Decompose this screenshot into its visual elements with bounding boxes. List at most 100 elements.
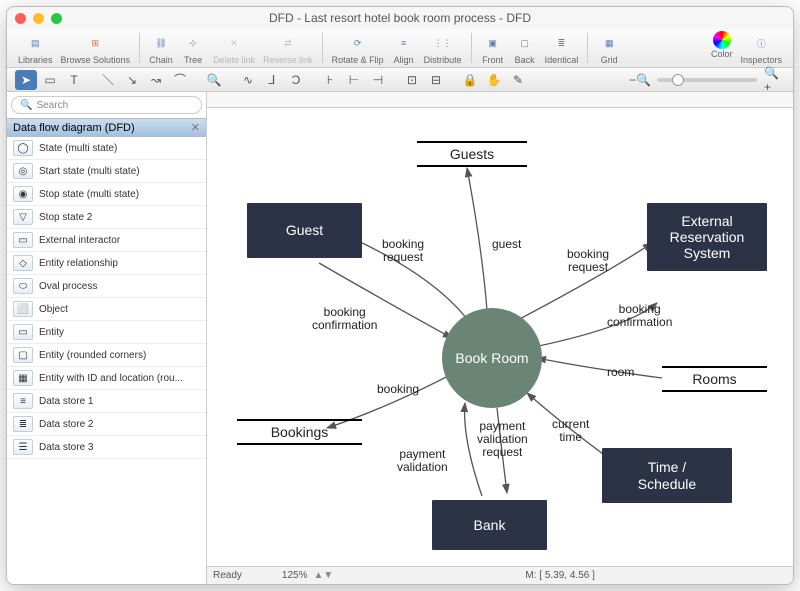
rooms-datastore[interactable]: Rooms bbox=[662, 363, 767, 395]
library-item[interactable]: ▽Stop state 2 bbox=[7, 206, 206, 229]
flow-booking-request-ext: booking request bbox=[567, 248, 609, 274]
library-item[interactable]: ◎Start state (multi state) bbox=[7, 160, 206, 183]
library-item[interactable]: ▢Entity (rounded corners) bbox=[7, 344, 206, 367]
hierarchy-tool-1[interactable]: ⊦ bbox=[319, 70, 341, 90]
hierarchy-tool-2[interactable]: ⊢ bbox=[343, 70, 365, 90]
shape-icon: ◯ bbox=[13, 140, 33, 156]
back-button[interactable]: ▢Back bbox=[510, 31, 540, 65]
library-header[interactable]: Data flow diagram (DFD) ✕ bbox=[7, 118, 206, 137]
color-icon bbox=[713, 31, 731, 49]
tree-button[interactable]: ⊹Tree bbox=[178, 31, 208, 65]
rotate-flip-button[interactable]: ⟳Rotate & Flip bbox=[329, 31, 387, 65]
app-window: DFD - Last resort hotel book room proces… bbox=[6, 6, 794, 585]
external-reservation-entity[interactable]: External Reservation System bbox=[647, 203, 767, 271]
shape-icon: ◉ bbox=[13, 186, 33, 202]
library-item[interactable]: ☰Data store 3 bbox=[7, 436, 206, 459]
grid-icon: ▦ bbox=[597, 31, 621, 55]
info-icon: ⓘ bbox=[749, 31, 773, 55]
zoom-slider[interactable] bbox=[657, 78, 757, 82]
shape-icon: ≣ bbox=[13, 416, 33, 432]
delete-link-button[interactable]: ✕Delete link bbox=[210, 31, 258, 65]
line-tool[interactable]: ＼ bbox=[97, 70, 119, 90]
curve-tool[interactable]: ∿ bbox=[237, 70, 259, 90]
library-item[interactable]: ◯State (multi state) bbox=[7, 137, 206, 160]
cursor-coordinates: M: [ 5.39, 4.56 ] bbox=[333, 570, 787, 581]
align-button[interactable]: ≡Align bbox=[389, 31, 419, 65]
ruler bbox=[207, 92, 793, 108]
arc-tool[interactable]: ⌒ bbox=[169, 70, 191, 90]
library-item[interactable]: ▭ External interactor bbox=[7, 229, 206, 252]
library-item[interactable]: ▦Entity with ID and location (rou... bbox=[7, 367, 206, 390]
status-bar: Ready 125% ▲▼ M: [ 5.39, 4.56 ] bbox=[207, 566, 793, 584]
pointer-tool[interactable]: ➤ bbox=[15, 70, 37, 90]
search-placeholder: Search bbox=[36, 100, 68, 111]
flow-booking-confirmation-ext: booking confirmation bbox=[607, 303, 672, 329]
snap-tool-1[interactable]: ⊡ bbox=[401, 70, 423, 90]
identical-button[interactable]: ≣Identical bbox=[542, 31, 582, 65]
flow-booking-request-guest: booking request bbox=[382, 238, 424, 264]
connector-tool[interactable]: ↘ bbox=[121, 70, 143, 90]
identical-icon: ≣ bbox=[549, 31, 573, 55]
bookings-datastore[interactable]: Bookings bbox=[237, 416, 362, 448]
chain-button[interactable]: ⛓Chain bbox=[146, 31, 176, 65]
front-button[interactable]: ▣Front bbox=[478, 31, 508, 65]
inspectors-button[interactable]: ⓘInspectors bbox=[737, 31, 785, 65]
reverse-link-button[interactable]: ⇄Reverse link bbox=[260, 31, 316, 65]
library-item-label: Stop state 2 bbox=[39, 212, 92, 223]
bezier-tool[interactable]: Ɔ bbox=[285, 70, 307, 90]
shape-icon: ▭ bbox=[13, 324, 33, 340]
bank-entity[interactable]: Bank bbox=[432, 500, 547, 550]
time-schedule-entity[interactable]: Time / Schedule bbox=[602, 448, 732, 503]
libraries-button[interactable]: ▤Libraries bbox=[15, 31, 56, 65]
zoom-control: −🔍 🔍+ bbox=[629, 70, 785, 90]
library-item[interactable]: ◉Stop state (multi state) bbox=[7, 183, 206, 206]
edit-tool[interactable]: ✎ bbox=[507, 70, 529, 90]
hand-tool[interactable]: ✋ bbox=[483, 70, 505, 90]
library-item-label: Object bbox=[39, 304, 68, 315]
status-ready: Ready bbox=[213, 570, 242, 581]
library-item-label: Data store 2 bbox=[39, 419, 93, 430]
shape-icon: ▭ bbox=[13, 232, 33, 248]
library-item[interactable]: ≣ Data store 2 bbox=[7, 413, 206, 436]
guests-datastore[interactable]: Guests bbox=[417, 138, 527, 170]
distribute-button[interactable]: ⋮⋮Distribute bbox=[421, 31, 465, 65]
text-tool[interactable]: T bbox=[63, 70, 85, 90]
library-item-label: Entity with ID and location (rou... bbox=[39, 373, 183, 384]
library-item-label: Start state (multi state) bbox=[39, 166, 140, 177]
hierarchy-tool-3[interactable]: ⊣ bbox=[367, 70, 389, 90]
book-room-process[interactable]: Book Room bbox=[442, 308, 542, 408]
shape-icon: ◇ bbox=[13, 255, 33, 271]
tree-icon: ⊹ bbox=[181, 31, 205, 55]
zoom-tool[interactable]: 🔍 bbox=[203, 70, 225, 90]
lock-tool[interactable]: 🔒 bbox=[459, 70, 481, 90]
color-button[interactable]: Color bbox=[708, 31, 736, 59]
smart-connector-tool[interactable]: ↝ bbox=[145, 70, 167, 90]
library-item[interactable]: ≡Data store 1 bbox=[7, 390, 206, 413]
rect-tool[interactable]: ▭ bbox=[39, 70, 61, 90]
zoom-label: 125% bbox=[282, 570, 308, 581]
snap-tool-2[interactable]: ⊟ bbox=[425, 70, 447, 90]
chain-icon: ⛓ bbox=[149, 31, 173, 55]
zoom-in-button[interactable]: 🔍+ bbox=[763, 70, 785, 90]
diagram-canvas[interactable]: Guests Rooms Bookings Guest External Res… bbox=[207, 108, 793, 566]
browse-icon: ⊞ bbox=[83, 31, 107, 55]
close-library-icon[interactable]: ✕ bbox=[191, 121, 200, 134]
library-item-label: Data store 1 bbox=[39, 396, 93, 407]
align-icon: ≡ bbox=[392, 31, 416, 55]
canvas-area: Guests Rooms Bookings Guest External Res… bbox=[207, 92, 793, 584]
library-search[interactable]: 🔍 Search bbox=[11, 96, 202, 114]
zoom-out-button[interactable]: −🔍 bbox=[629, 70, 651, 90]
zoom-stepper[interactable]: ▲▼ bbox=[313, 570, 333, 581]
library-list: ◯State (multi state)◎Start state (multi … bbox=[7, 137, 206, 584]
library-item[interactable]: ⬜Object bbox=[7, 298, 206, 321]
grid-button[interactable]: ▦Grid bbox=[594, 31, 624, 65]
library-item-label: External interactor bbox=[39, 235, 120, 246]
browse-solutions-button[interactable]: ⊞Browse Solutions bbox=[58, 31, 134, 65]
polyline-tool[interactable]: ⅃ bbox=[261, 70, 283, 90]
flow-payment-validation-request: payment validation request bbox=[477, 420, 528, 460]
guest-entity[interactable]: Guest bbox=[247, 203, 362, 258]
library-item[interactable]: ▭Entity bbox=[7, 321, 206, 344]
library-item[interactable]: ⬭Oval process bbox=[7, 275, 206, 298]
library-item[interactable]: ◇Entity relationship bbox=[7, 252, 206, 275]
shape-icon: ▢ bbox=[13, 347, 33, 363]
